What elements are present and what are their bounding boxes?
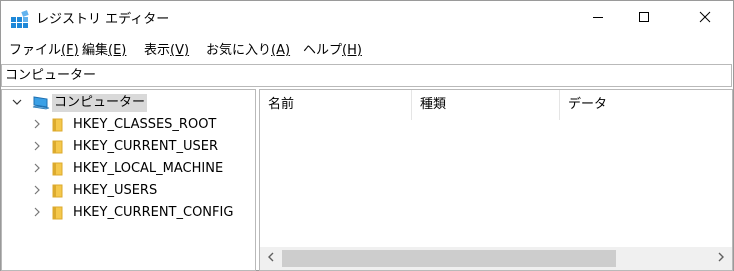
tree-item-hkey[interactable]: HKEY_LOCAL_MACHINE [2,158,255,180]
menu-favorites-label: お気に入り [206,43,272,58]
registry-editor-window: レジストリ エディター ファイル(F) 編集(E) 表示(V) お気に入り(A)… [0,0,734,271]
chevron-down-icon[interactable] [11,96,23,108]
maximize-icon [638,11,650,27]
minimize-button[interactable] [575,1,621,37]
menu-file[interactable]: ファイル(F) [9,42,79,60]
menu-help[interactable]: ヘルプ(H) [303,42,362,60]
menu-edit-label: 編集 [82,43,109,58]
menu-view[interactable]: 表示(V) [144,42,189,60]
value-list-pane[interactable]: 名前 種類 データ [259,89,733,271]
menu-edit[interactable]: 編集(E) [82,42,126,60]
folder-icon [49,205,67,221]
folder-icon [49,117,67,133]
column-header-name[interactable]: 名前 [260,90,412,120]
chevron-left-icon [266,251,276,266]
menu-file-label: ファイル [9,43,62,58]
tree-item-hkey[interactable]: HKEY_USERS [2,180,255,202]
address-path[interactable]: コンピューター [5,67,96,84]
chevron-right-icon[interactable] [31,162,43,174]
column-header-data[interactable]: データ [560,90,732,120]
chevron-right-icon[interactable] [31,184,43,196]
computer-icon [32,95,50,111]
menu-view-accel: (V) [170,43,190,58]
tree-item-computer[interactable]: コンピューター [2,92,255,114]
tree-item-label[interactable]: HKEY_CURRENT_CONFIG [71,204,235,222]
scroll-thumb[interactable] [282,250,616,267]
list-header: 名前 種類 データ [260,90,732,120]
scroll-left-button[interactable] [260,247,282,270]
tree-item-label[interactable]: HKEY_CURRENT_USER [71,138,220,156]
chevron-right-icon[interactable] [31,118,43,130]
menu-favorites-accel: (A) [271,43,291,58]
column-header-type[interactable]: 種類 [412,90,560,120]
tree-item-hkey[interactable]: HKEY_CURRENT_USER [2,136,255,158]
registry-editor-app-icon [10,10,30,30]
menu-help-label: ヘルプ [303,43,343,58]
close-icon [699,11,711,27]
chevron-right-icon[interactable] [31,206,43,218]
menu-favorites[interactable]: お気に入り(A) [206,42,290,60]
tree-item-hkey[interactable]: HKEY_CLASSES_ROOT [2,114,255,136]
horizontal-scrollbar[interactable] [260,247,732,270]
tree-item-hkey[interactable]: HKEY_CURRENT_CONFIG [2,202,255,224]
menu-help-accel: (H) [342,43,362,58]
maximize-button[interactable] [621,1,667,37]
address-bar[interactable]: コンピューター [1,64,732,87]
folder-icon [49,139,67,155]
window-title: レジストリ エディター [36,12,170,27]
scroll-right-button[interactable] [710,247,732,270]
close-button[interactable] [682,1,728,37]
tree-pane[interactable]: コンピューター HKEY_CLASSES_ROOT HKEY_CURRENT_U… [1,89,256,271]
tree-item-label[interactable]: HKEY_CLASSES_ROOT [71,116,218,134]
chevron-right-icon[interactable] [31,140,43,152]
title-bar[interactable]: レジストリ エディター [1,1,733,39]
tree-item-label[interactable]: HKEY_LOCAL_MACHINE [71,160,225,178]
tree-item-label[interactable]: HKEY_USERS [71,182,159,200]
tree-item-label[interactable]: コンピューター [52,94,148,112]
folder-icon [49,161,67,177]
menu-file-accel: (F) [61,43,79,58]
menu-edit-accel: (E) [108,43,127,58]
menu-bar: ファイル(F) 編集(E) 表示(V) お気に入り(A) ヘルプ(H) [1,39,733,63]
folder-icon [49,183,67,199]
chevron-right-icon [716,251,726,266]
minimize-icon [592,11,604,27]
menu-view-label: 表示 [144,43,171,58]
